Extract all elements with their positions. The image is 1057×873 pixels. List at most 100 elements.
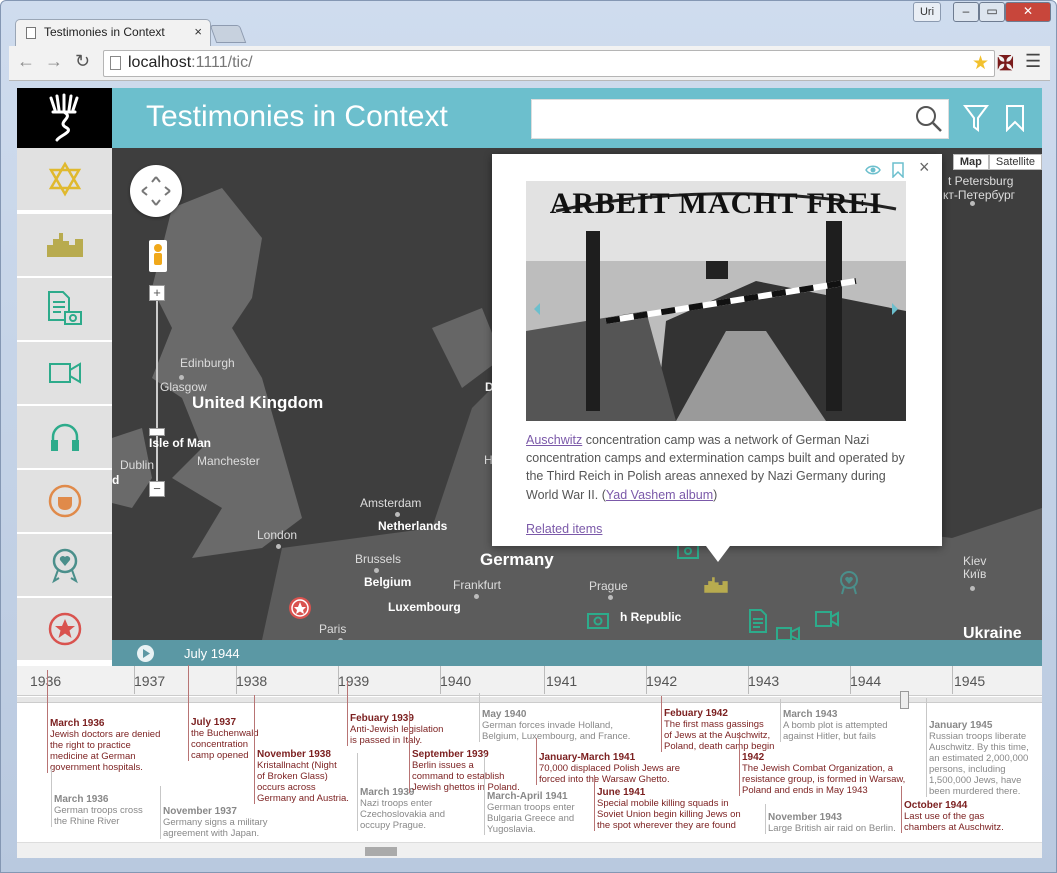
timeline-event-text: of Broken Glass): [257, 771, 328, 782]
video-marker-icon[interactable]: [775, 626, 801, 640]
search-input[interactable]: [531, 99, 949, 139]
tab-close-icon[interactable]: ×: [194, 24, 202, 39]
play-icon[interactable]: [136, 644, 155, 663]
app-logo[interactable]: [17, 88, 112, 148]
close-window-button[interactable]: ✕: [1005, 2, 1051, 22]
timeline-event[interactable]: March 1936 Jewish doctors are denied the r…: [47, 670, 160, 773]
forward-arrow-icon[interactable]: →: [45, 51, 63, 72]
video-marker-icon[interactable]: [814, 610, 840, 628]
back-arrow-icon[interactable]: ←: [17, 51, 35, 72]
extension-icon[interactable]: ✠: [997, 51, 1014, 76]
timeline-event[interactable]: October 1944 Last use of the gas chambers …: [901, 786, 1004, 833]
pan-control[interactable]: [130, 165, 182, 217]
new-tab-button[interactable]: [209, 25, 247, 43]
bookmark-icon[interactable]: [1005, 104, 1025, 132]
timeline-event-text: Russian troops liberate: [929, 731, 1027, 742]
scrollbar-thumb[interactable]: [365, 847, 397, 856]
timeline-event-text: German troops cross: [54, 805, 143, 816]
timeline-event-text: 1,500,000 Jews, have: [929, 775, 1022, 786]
map-type-map-button[interactable]: Map: [952, 154, 989, 170]
page-icon: [26, 27, 36, 39]
bookmark-star-icon[interactable]: ★: [972, 52, 989, 75]
timeline-scrollbar[interactable]: [17, 842, 1042, 858]
photo-marker-icon[interactable]: [586, 610, 610, 630]
view-eye-icon[interactable]: [865, 163, 881, 177]
timeline-event-text: Jewish doctors are denied: [50, 729, 161, 740]
timeline-event-text: Germany signs a military: [163, 817, 268, 828]
sidebar-item-liberation[interactable]: [17, 598, 112, 660]
timeline-event[interactable]: March 1943 A bomb plot is attempted agains…: [780, 699, 888, 742]
map-view[interactable]: Map Satellite + − United Kingdom Edinbur…: [112, 148, 1042, 640]
timeline-event-text: Auschwitz. By this time,: [929, 742, 1029, 753]
timeline-event-text: Special mobile killing squads in: [597, 798, 729, 809]
righteous-marker-icon[interactable]: [837, 570, 861, 596]
sidebar-item-jewish[interactable]: [17, 148, 112, 210]
reload-icon[interactable]: ↻: [75, 51, 90, 72]
year-label: 1944: [850, 673, 882, 689]
map-type-satellite-button[interactable]: Satellite: [988, 154, 1042, 170]
url-host: localhost: [128, 54, 192, 71]
label-ukraine: Ukraine: [963, 625, 1022, 640]
timeline-event-text: Soviet Union begin killing Jews on: [597, 809, 741, 820]
timeline-event[interactable]: November 1937 Germany signs a military agr…: [160, 786, 268, 839]
app-title: Testimonies in Context: [146, 100, 448, 133]
sidebar-item-video[interactable]: [17, 342, 112, 404]
pegman-icon: [154, 244, 162, 265]
browser-tab[interactable]: Testimonies in Context ×: [15, 19, 211, 47]
timeline-event-text: The first mass gassings: [664, 719, 764, 730]
sidebar-item-camps[interactable]: [17, 214, 112, 276]
timeline-event-text: medicine at German: [50, 751, 136, 762]
document-marker-icon[interactable]: [748, 608, 768, 634]
user-profile-button[interactable]: Uri: [913, 2, 941, 22]
timeline-event-text: persons, including: [929, 764, 1006, 775]
maximize-button[interactable]: ▭: [979, 2, 1005, 22]
timeline-event-title: March 1936: [50, 718, 105, 729]
timeline-event[interactable]: November 1938 Kristallnacht (Night of Brok…: [254, 695, 349, 804]
label-st-petersburg-cyrillic: кт-Петербург: [943, 188, 1016, 202]
popup-close-icon[interactable]: ×: [919, 157, 930, 178]
raised-fist-icon: [48, 484, 81, 518]
timeline-event[interactable]: March 1936 German troops cross the Rhine R…: [51, 768, 143, 827]
menu-icon[interactable]: ☰: [1025, 51, 1041, 72]
year-label: 1941: [546, 673, 578, 689]
timeline-event-text: Czechoslovakia and: [360, 809, 446, 820]
timeline-event-title: March 1943: [783, 709, 838, 720]
auschwitz-link[interactable]: Auschwitz: [526, 433, 582, 447]
label-london: London: [257, 528, 298, 542]
timeline-event[interactable]: July 1937 the Buchenwald concentration camp…: [188, 665, 259, 761]
sidebar-item-documents[interactable]: [17, 278, 112, 340]
label-st-petersburg: t Petersburg: [948, 174, 1014, 188]
yad-vashem-album-link[interactable]: Yad Vashem album: [606, 488, 713, 502]
minimize-button[interactable]: –: [953, 2, 979, 22]
zoom-slider-handle[interactable]: [149, 428, 165, 436]
pan-arrows-icon: [141, 176, 171, 206]
timeline-event-text: German troops enter: [487, 802, 575, 813]
liberation-marker-icon[interactable]: [288, 596, 312, 620]
timeline-event[interactable]: January 1945 Russian troops liberate Ausch…: [926, 698, 1029, 797]
label-dublin: Dublin: [120, 458, 155, 472]
camp-marker-icon[interactable]: [703, 573, 729, 597]
timeline-event[interactable]: March-April 1941 German troops enter Bulga…: [484, 753, 575, 835]
street-view-pegman[interactable]: [149, 240, 167, 272]
label-kiev-cyrillic: Київ: [963, 567, 987, 581]
zoom-in-button[interactable]: +: [149, 285, 165, 301]
timeline-event[interactable]: June 1941 Special mobile killing squads i…: [594, 775, 741, 831]
sidebar-item-righteous[interactable]: [17, 534, 112, 596]
popup-bookmark-icon[interactable]: [892, 162, 904, 178]
filter-icon[interactable]: [963, 104, 989, 132]
timeline-slider-handle[interactable]: [900, 691, 909, 709]
timeline[interactable]: 1936 1937 1938 1939 1940 1941 1942 1943 …: [17, 665, 1042, 858]
zoom-slider-track[interactable]: [156, 288, 158, 488]
timeline-event-text: occurs across: [257, 782, 316, 793]
search-icon[interactable]: [914, 104, 944, 134]
address-bar[interactable]: localhost:1111/tic/ ★: [103, 50, 995, 77]
sidebar-item-audio[interactable]: [17, 406, 112, 468]
zoom-out-button[interactable]: −: [149, 481, 165, 497]
timeline-event[interactable]: November 1943 Large British air raid on B…: [765, 804, 896, 834]
timeline-event[interactable]: May 1940 German forces invade Holland, Bel…: [479, 693, 630, 742]
timeline-event-text: the right to practice: [50, 740, 131, 751]
sidebar-item-resistance[interactable]: [17, 470, 112, 532]
label-belgium: Belgium: [364, 575, 412, 589]
related-items-link[interactable]: Related items: [526, 522, 602, 536]
year-label: 1943: [748, 673, 780, 689]
